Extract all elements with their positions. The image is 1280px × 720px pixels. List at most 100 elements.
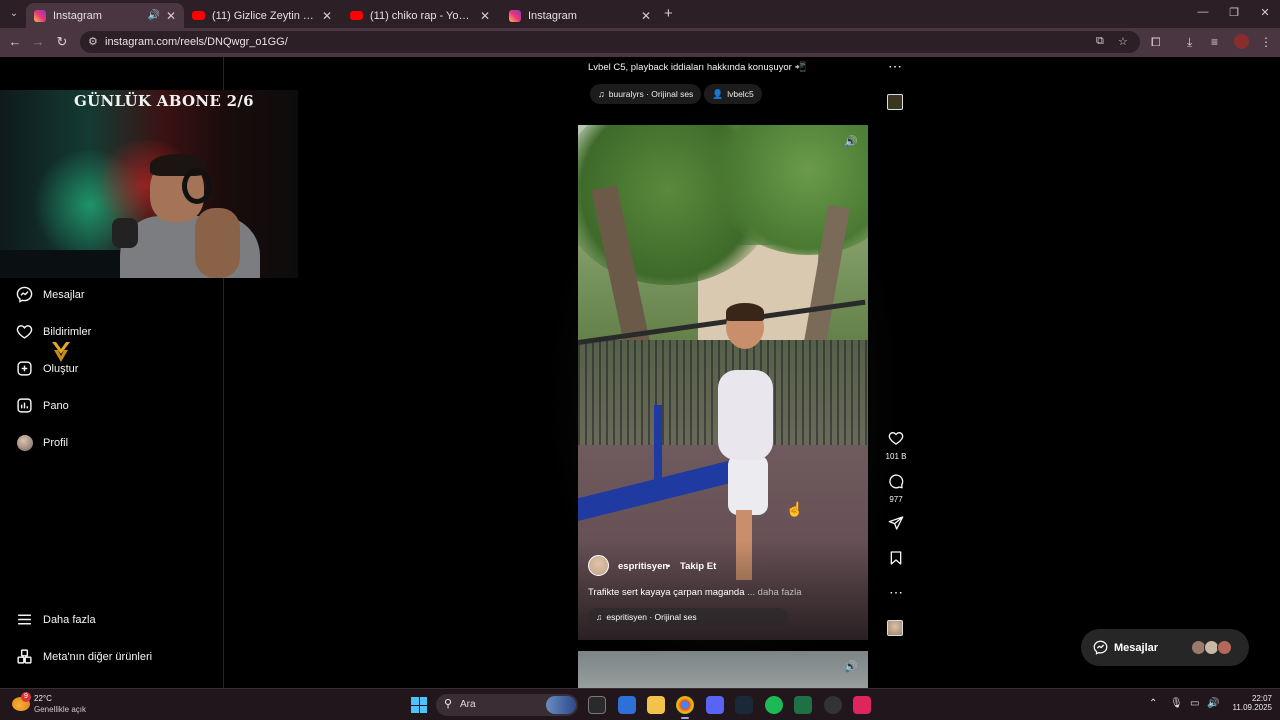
tab-title: (11) chiko rap - YouTube — [370, 9, 474, 22]
save-button[interactable] — [884, 550, 908, 571]
comment-icon — [889, 474, 904, 489]
tab-youtube-chiko[interactable]: (11) chiko rap - YouTube ✕ — [342, 3, 498, 28]
sidebar-item-label: Profil — [43, 436, 69, 449]
close-tab-icon[interactable]: ✕ — [166, 9, 176, 23]
close-tab-icon[interactable]: ✕ — [322, 9, 332, 23]
reel-audio-pill[interactable]: ♫ espritisyen · Orijinal ses — [588, 608, 788, 626]
like-button[interactable]: 101 B — [884, 430, 908, 461]
spotify-icon[interactable] — [765, 696, 783, 714]
chrome-icon[interactable] — [676, 696, 694, 719]
system-clock[interactable]: 22:07 11.09.2025 — [1228, 694, 1272, 712]
profile-avatar[interactable] — [1234, 34, 1249, 49]
site-info-icon[interactable]: ⚙ — [88, 35, 98, 48]
menu-icon — [16, 611, 33, 628]
reel-video[interactable]: 🔊 espritisyen • Takip Et Trafikte sert k… — [578, 125, 868, 640]
instagram-icon — [509, 9, 521, 22]
media-control-icon[interactable]: ≡ — [1211, 35, 1218, 49]
profile-avatar — [16, 434, 33, 451]
share-button[interactable] — [884, 515, 908, 536]
messenger-icon — [16, 286, 33, 303]
sidebar-item-notifications[interactable]: Bildirimler — [16, 323, 91, 340]
follow-button[interactable]: Takip Et — [680, 561, 716, 572]
network-icon[interactable]: ▭ — [1190, 698, 1199, 709]
address-bar[interactable]: ⚙ instagram.com/reels/DNQwgr_o1GG/ ⧉ ☆ — [80, 31, 1140, 53]
sidebar-item-messages[interactable]: Mesajlar — [16, 286, 85, 303]
minimize-button[interactable]: — — [1188, 6, 1218, 18]
speaker-icon[interactable]: 🔊 — [147, 10, 159, 21]
store-icon[interactable] — [618, 696, 636, 714]
close-tab-icon[interactable]: ✕ — [480, 9, 490, 23]
messages-float-label: Mesajlar — [1114, 641, 1159, 654]
plus-square-icon — [16, 360, 33, 377]
restore-button[interactable]: ❐ — [1219, 6, 1249, 19]
paper-plane-icon — [888, 516, 904, 530]
obs-icon[interactable] — [824, 696, 842, 714]
close-window-button[interactable]: ✕ — [1250, 6, 1280, 19]
volume-icon[interactable]: 🔊 — [844, 660, 858, 673]
tab-instagram-active[interactable]: Instagram 🔊 ✕ — [26, 3, 184, 28]
search-placeholder: Ara — [460, 699, 476, 710]
sidebar-item-meta-products[interactable]: Meta'nın diğer ürünleri — [16, 648, 152, 665]
sidebar-item-more[interactable]: Daha fazla — [16, 611, 96, 628]
sidebar-item-profile[interactable]: Profil — [16, 434, 68, 451]
file-explorer-icon[interactable] — [647, 696, 665, 714]
reel-audio: espritisyen · Orijinal ses — [606, 612, 697, 622]
avatar — [1217, 640, 1232, 655]
tab-instagram[interactable]: Instagram ✕ — [501, 3, 659, 28]
caption-more-link[interactable]: ... daha fazla — [747, 587, 801, 598]
more-options-icon[interactable]: ⋯ — [884, 584, 908, 601]
discord-icon[interactable] — [706, 696, 724, 714]
install-app-icon[interactable]: ⧉ — [1096, 35, 1104, 48]
heart-icon — [888, 431, 904, 445]
sidebar-item-label: Mesajlar — [43, 288, 85, 301]
weather-temperature[interactable]: 22°C — [34, 694, 52, 703]
terminal-icon[interactable] — [794, 696, 812, 714]
stream-logo-icon — [52, 342, 70, 362]
sidebar-item-label: Bildirimler — [43, 325, 92, 338]
search-highlight-image — [546, 696, 576, 714]
bookmark-star-icon[interactable]: ☆ — [1118, 35, 1128, 48]
tab-search-button[interactable]: ⌄ — [6, 6, 22, 22]
youtube-icon — [192, 11, 205, 20]
like-count: 101 B — [885, 452, 907, 461]
poster-avatar[interactable] — [588, 555, 609, 576]
download-icon[interactable]: ⤓ — [1187, 35, 1192, 50]
sidebar-item-dashboard[interactable]: Pano — [16, 397, 69, 414]
start-button[interactable] — [411, 697, 427, 713]
pocket-icon[interactable] — [853, 696, 871, 714]
forward-arrow-icon[interactable]: → — [29, 34, 47, 49]
bookmark-icon — [890, 551, 902, 565]
task-view-icon[interactable] — [588, 696, 606, 714]
more-options-icon[interactable]: ⋯ — [888, 58, 902, 75]
next-reel-preview[interactable]: 🔊 — [578, 651, 868, 688]
chrome-menu-icon[interactable]: ⋮ — [1260, 35, 1272, 49]
reel-caption-text: Trafikte sert kayaya çarpan maganda — [588, 587, 745, 598]
reload-icon[interactable]: ↻ — [53, 34, 71, 50]
tab-strip: ⌄ Instagram 🔊 ✕ (11) Gizlice Zeytin Yerk… — [0, 0, 1280, 28]
comment-button[interactable]: 977 — [884, 473, 908, 504]
extensions-icon[interactable]: ⧠ — [1151, 35, 1161, 50]
taskbar-search[interactable]: ⚲ Ara — [436, 694, 578, 716]
tray-chevron-icon[interactable]: ⌃ — [1149, 698, 1157, 709]
instagram-page: Mesajlar Bildirimler Oluştur Pano Profil — [0, 57, 1280, 688]
new-tab-button[interactable]: + — [664, 5, 673, 22]
poster-username[interactable]: espritisyen — [618, 561, 668, 572]
url-text[interactable]: instagram.com/reels/DNQwgr_o1GG/ — [105, 36, 288, 48]
steam-icon[interactable] — [735, 696, 753, 714]
sidebar-item-label: Daha fazla — [43, 613, 96, 626]
tab-title: Instagram — [528, 9, 577, 22]
close-tab-icon[interactable]: ✕ — [641, 9, 651, 23]
back-arrow-icon[interactable]: ← — [6, 34, 24, 49]
volume-icon[interactable]: 🔊 — [1207, 698, 1219, 709]
prev-reel-caption: Lvbel C5, playback iddiaları hakkında ko… — [588, 62, 807, 73]
volume-icon[interactable]: 🔊 — [844, 135, 858, 148]
sidebar-item-label: Meta'nın diğer ürünleri — [43, 650, 153, 663]
reel-audio-thumbnail[interactable] — [887, 620, 903, 636]
messages-float-button[interactable]: Mesajlar — [1081, 629, 1249, 666]
instagram-icon — [34, 9, 46, 22]
tab-youtube-gizlice[interactable]: (11) Gizlice Zeytin Yerken Yakal ✕ — [184, 3, 340, 28]
microphone-icon[interactable]: 🎙 — [1170, 698, 1183, 709]
overlay-subscriber-goal: GÜNLÜK ABONE 2/6 — [74, 92, 254, 110]
weather-condition[interactable]: Genellikle açık — [34, 705, 86, 714]
windows-taskbar: 9 22°C Genellikle açık ⚲ Ara ⌃ 🎙 ▭ 🔊 22:… — [0, 688, 1280, 720]
